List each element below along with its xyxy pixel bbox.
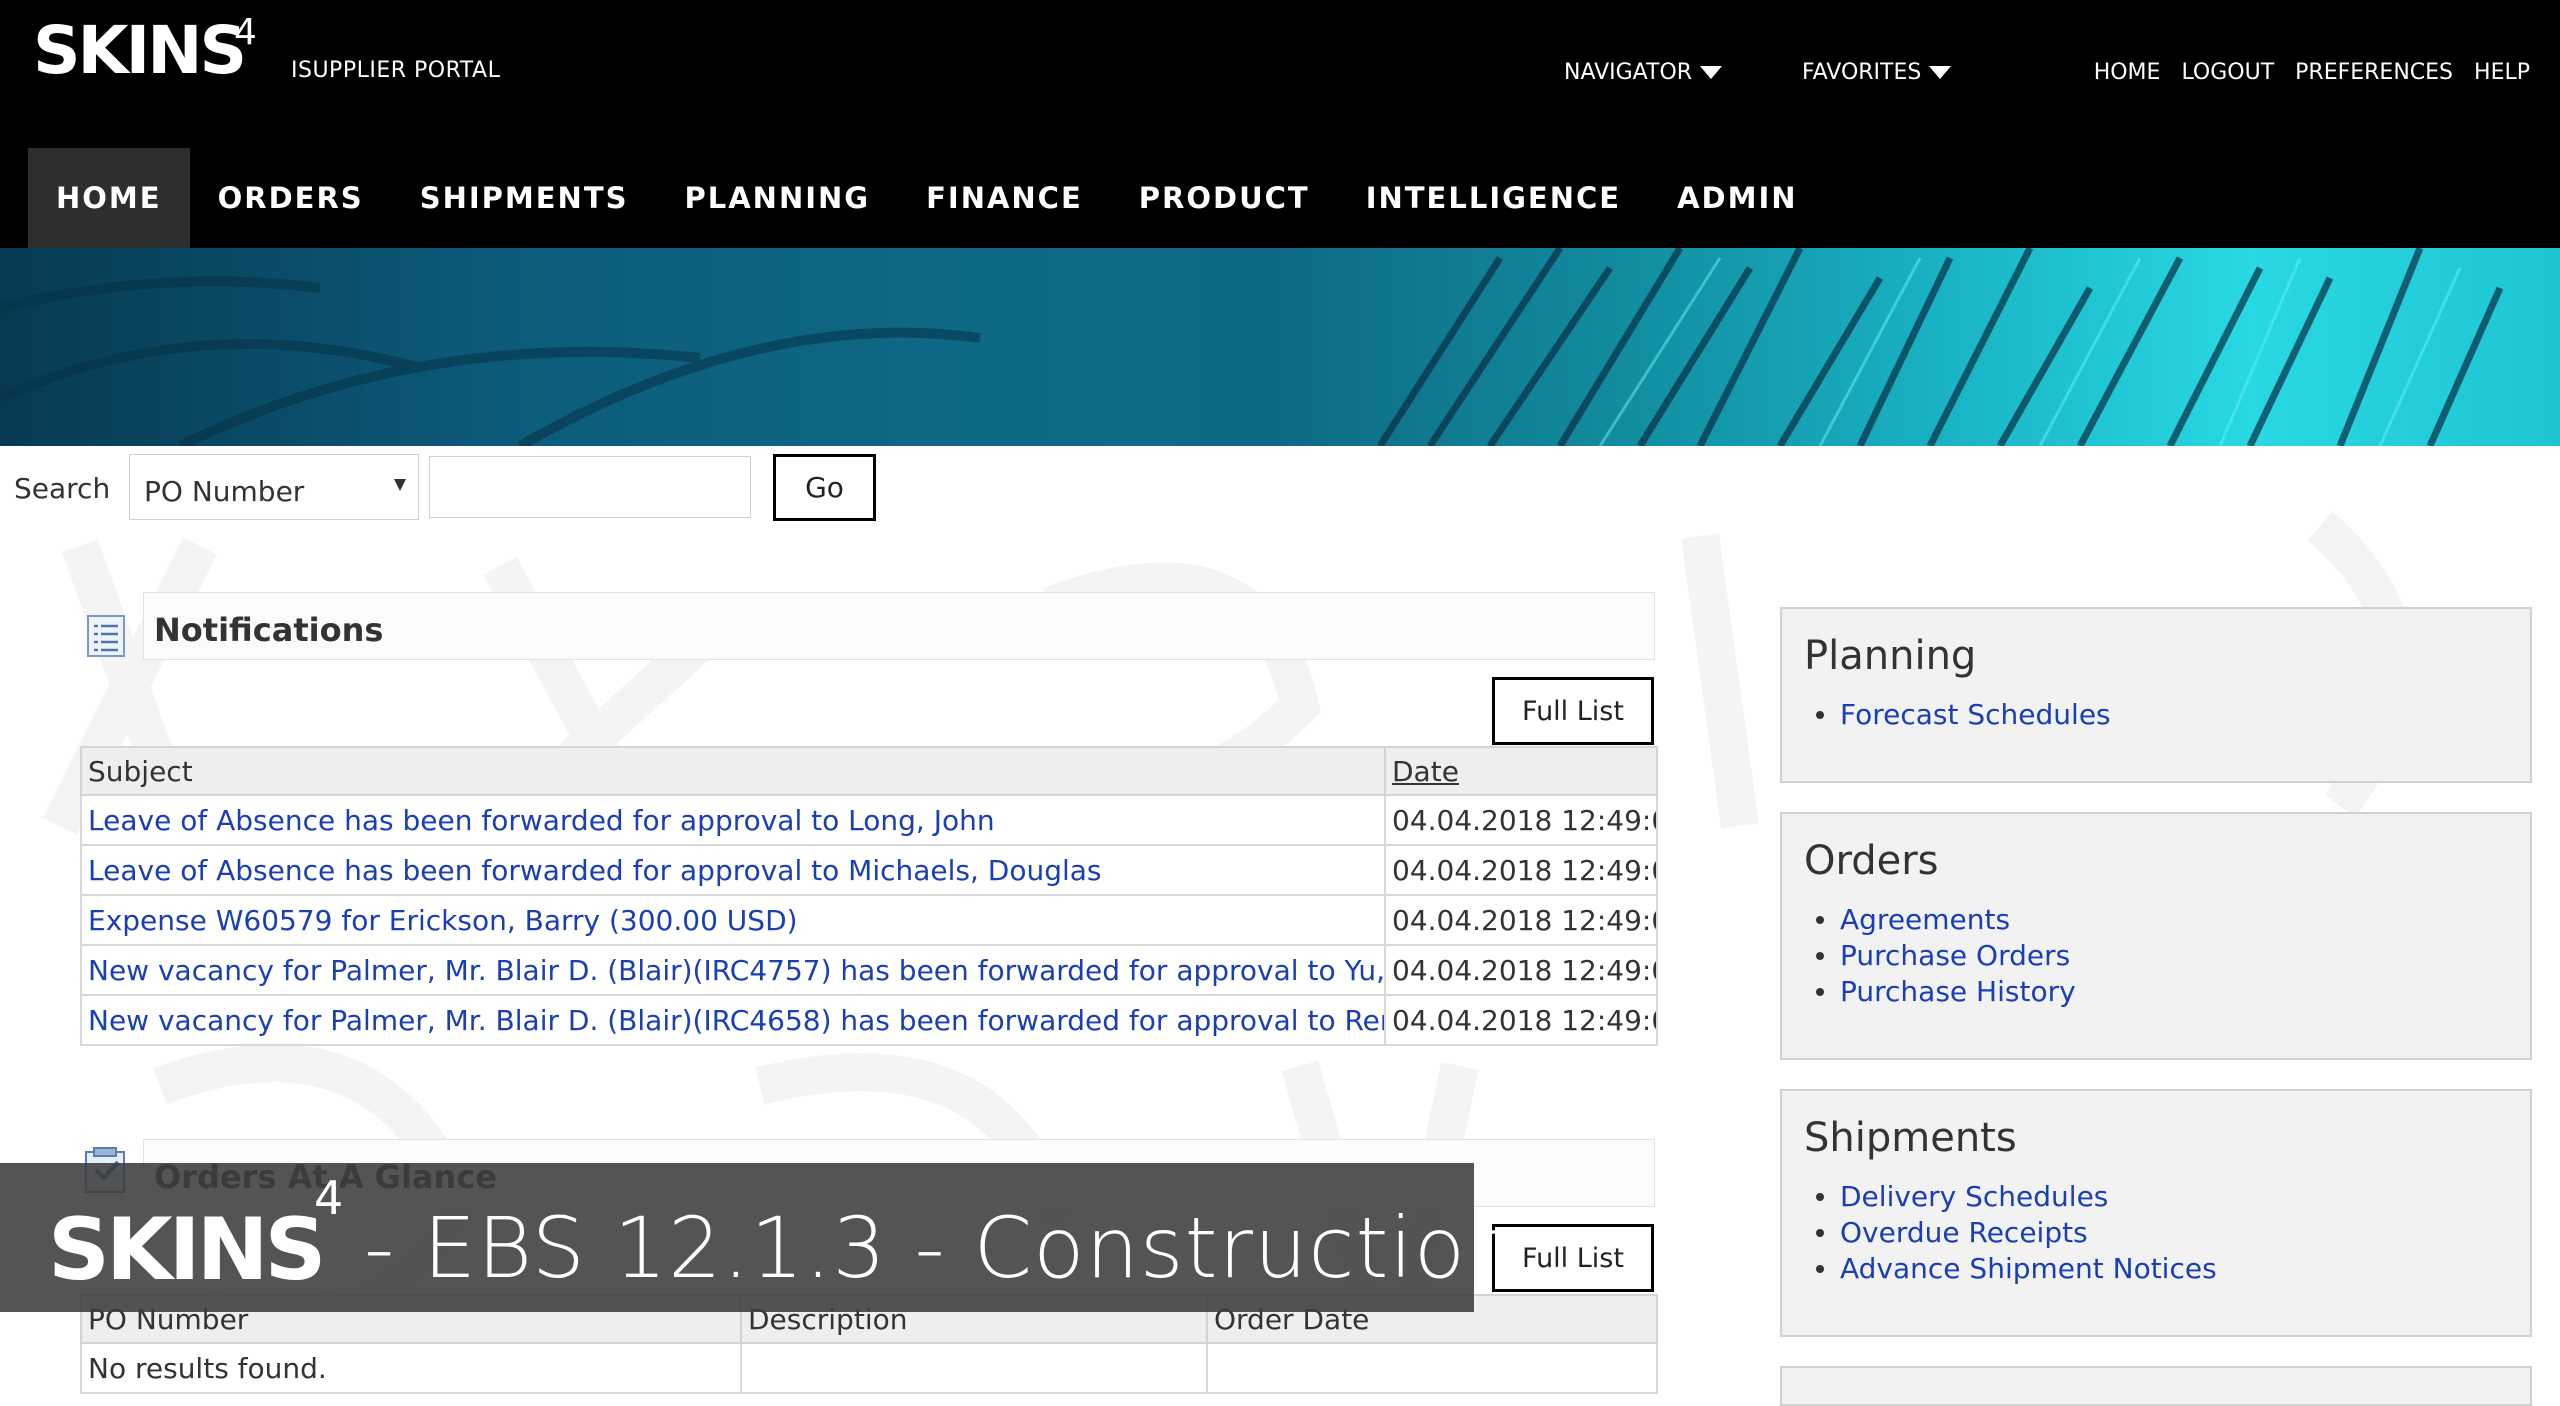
subject-column-header: Subject [80,746,1386,796]
logo-text: SKINS [33,12,247,89]
navigator-label: NAVIGATOR [1564,60,1693,85]
search-type-value: PO Number [144,475,305,508]
notification-date: 04.04.2018 12:49:09 [1384,794,1658,846]
notification-subject-link[interactable]: Leave of Absence has been forwarded for … [80,844,1386,896]
preferences-link[interactable]: PREFERENCES [2295,60,2453,85]
tab-intelligence[interactable]: INTELLIGENCE [1338,148,1649,248]
table-row: Leave of Absence has been forwarded for … [80,794,1658,846]
table-header-row: Subject Date [80,746,1658,796]
home-link[interactable]: HOME [2094,60,2161,85]
table-row: Expense W60579 for Erickson, Barry (300.… [80,894,1658,946]
notification-date: 04.04.2018 12:49:06 [1384,994,1658,1046]
search-input[interactable] [429,456,751,518]
favorites-label: FAVORITES [1802,60,1922,85]
favorites-menu[interactable]: FAVORITES [1802,60,1952,85]
notification-date: 04.04.2018 12:49:07 [1384,894,1658,946]
orders-box: Orders Agreements Purchase Orders Purcha… [1780,812,2532,1060]
notification-date: 04.04.2018 12:49:08 [1384,844,1658,896]
main-nav: HOME ORDERS SHIPMENTS PLANNING FINANCE P… [28,148,1826,248]
header-bar: SKINS 4 ISUPPLIER PORTAL NAVIGATOR FAVOR… [0,0,2560,248]
date-column-header[interactable]: Date [1384,746,1658,796]
select-arrow-icon [394,479,406,491]
tab-admin[interactable]: ADMIN [1649,148,1825,248]
notifications-full-list-button[interactable]: Full List [1492,677,1654,745]
caption-overlay: SKINS 4 - EBS 12.1.3 - Construction [0,1163,1519,1312]
navigator-menu[interactable]: NAVIGATOR [1564,60,1723,85]
notification-subject-link[interactable]: Leave of Absence has been forwarded for … [80,794,1386,846]
table-row: New vacancy for Palmer, Mr. Blair D. (Bl… [80,944,1658,996]
delivery-schedules-link[interactable]: Delivery Schedules [1816,1179,2530,1215]
purchase-orders-link[interactable]: Purchase Orders [1816,938,2530,974]
notifications-list-icon [87,615,125,657]
notification-date: 04.04.2018 12:49:07 [1384,944,1658,996]
notification-subject-link[interactable]: Expense W60579 for Erickson, Barry (300.… [80,894,1386,946]
logout-link[interactable]: LOGOUT [2181,60,2274,85]
planning-box: Planning Forecast Schedules [1780,607,2532,783]
tab-product[interactable]: PRODUCT [1111,148,1338,248]
overlay-logo-superscript: 4 [314,1171,344,1225]
overdue-receipts-link[interactable]: Overdue Receipts [1816,1215,2530,1251]
shipments-box: Shipments Delivery Schedules Overdue Rec… [1780,1089,2532,1337]
skins-logo[interactable]: SKINS 4 [33,12,257,84]
tab-finance[interactable]: FINANCE [898,148,1111,248]
advance-shipment-notices-link[interactable]: Advance Shipment Notices [1816,1251,2530,1287]
caret-down-icon [1929,66,1952,79]
tab-orders[interactable]: ORDERS [190,148,392,248]
global-links: HOME LOGOUT PREFERENCES HELP [2094,60,2530,85]
notifications-table: Subject Date Leave of Absence has been f… [80,746,1658,1046]
tab-planning[interactable]: PLANNING [657,148,899,248]
notification-subject-link[interactable]: New vacancy for Palmer, Mr. Blair D. (Bl… [80,944,1386,996]
purchase-history-link[interactable]: Purchase History [1816,974,2530,1010]
header-banner-image [0,248,2560,446]
shipments-title: Shipments [1804,1115,2017,1161]
table-row: No results found. [80,1342,1658,1394]
search-type-select[interactable]: PO Number [129,454,419,520]
empty-cell [740,1342,1208,1394]
caret-down-icon [1700,66,1723,79]
notification-subject-link[interactable]: New vacancy for Palmer, Mr. Blair D. (Bl… [80,994,1386,1046]
table-row: New vacancy for Palmer, Mr. Blair D. (Bl… [80,994,1658,1046]
agreements-link[interactable]: Agreements [1816,902,2530,938]
tab-shipments[interactable]: SHIPMENTS [392,148,657,248]
planning-title: Planning [1804,633,1977,679]
overlay-logo-text: SKINS [48,1200,326,1300]
notifications-header: Notifications [143,592,1655,660]
search-label: Search [14,472,111,505]
portal-name: ISUPPLIER PORTAL [291,58,501,83]
help-link[interactable]: HELP [2474,60,2530,85]
forecast-schedules-link[interactable]: Forecast Schedules [1816,697,2530,733]
tab-home[interactable]: HOME [28,148,190,248]
overlay-caption: - EBS 12.1.3 - Construction [364,1199,1521,1297]
empty-cell [1206,1342,1658,1394]
go-button[interactable]: Go [773,454,876,521]
table-row: Leave of Absence has been forwarded for … [80,844,1658,896]
next-box-partial [1780,1366,2532,1406]
orders-title: Orders [1804,838,1939,884]
logo-superscript: 4 [234,12,257,53]
no-results-message: No results found. [80,1342,742,1394]
